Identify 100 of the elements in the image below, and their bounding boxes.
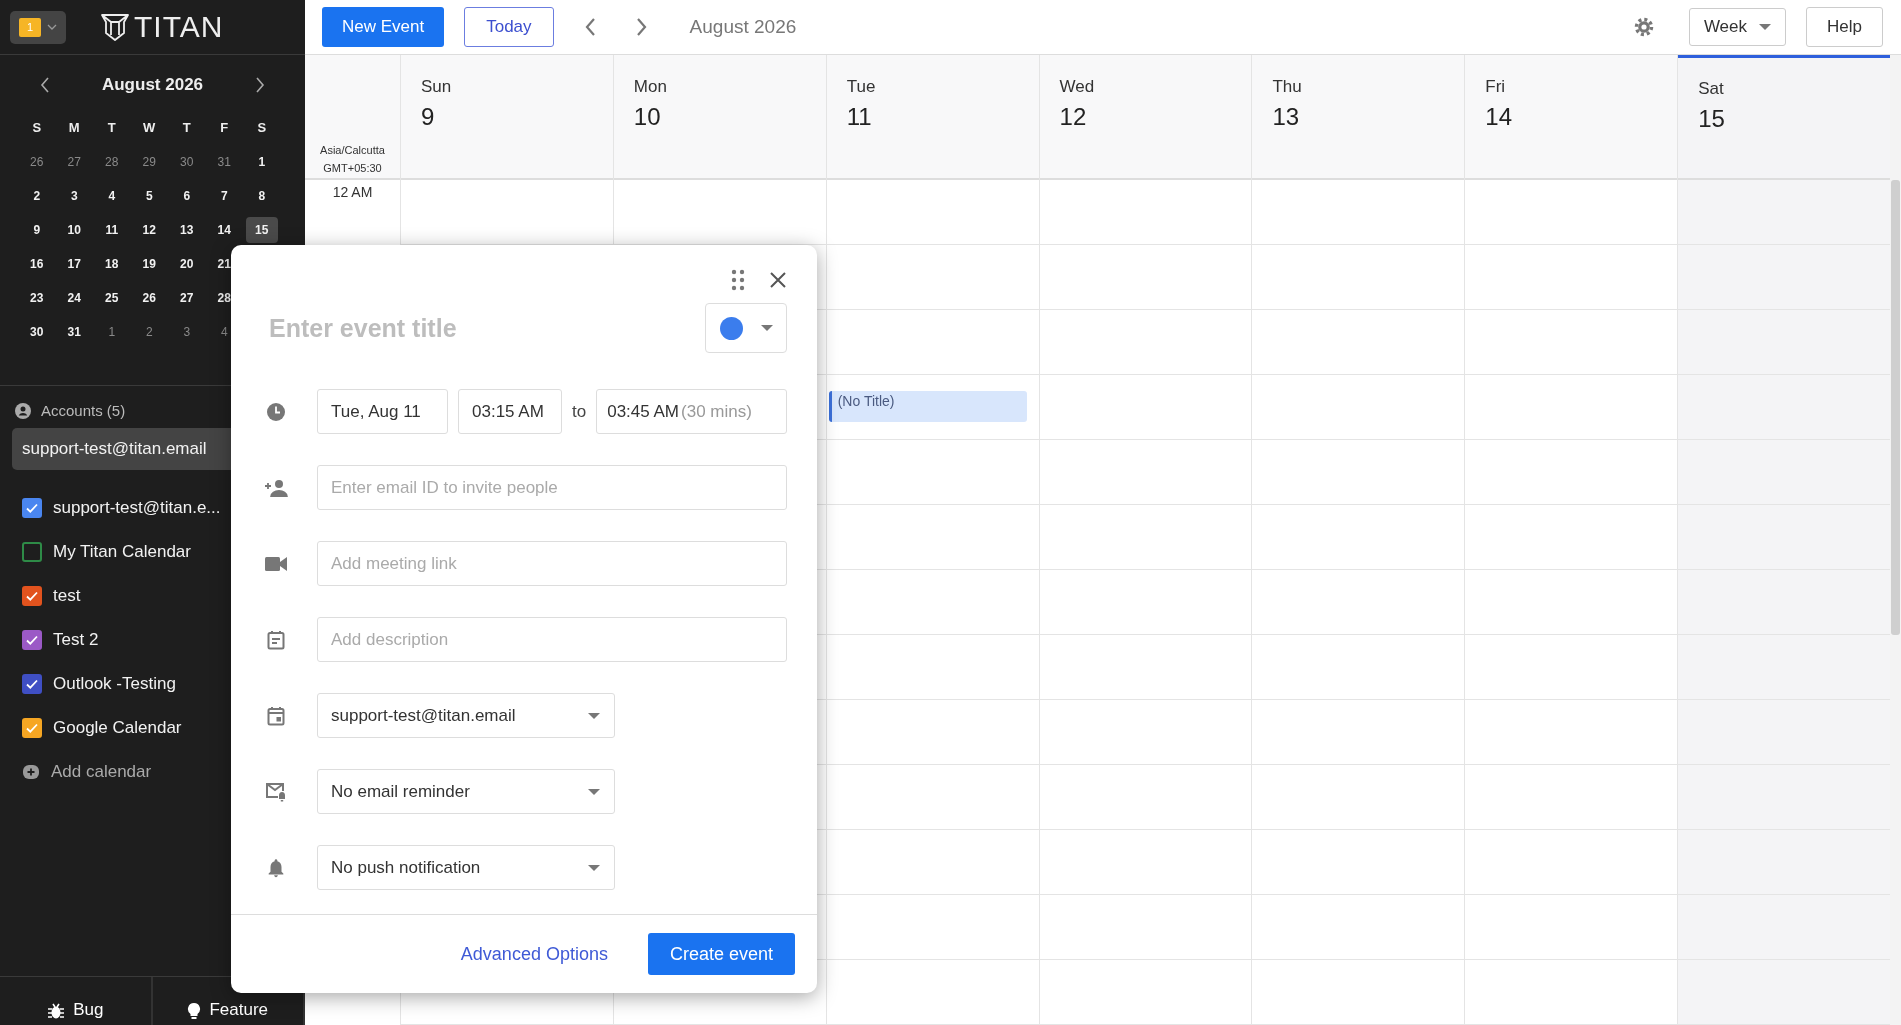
date-cell[interactable]: 1 [246,149,278,175]
date-cell[interactable]: 5 [133,183,165,209]
month-title: August 2026 [101,75,204,95]
calendar-name[interactable]: support-test@titan.e... [53,498,221,518]
date-cell[interactable]: 15 [246,217,278,243]
calendar-name[interactable]: test [53,586,81,606]
weekday-name: Tue [846,77,877,97]
period-title: August 2026 [689,16,797,38]
checkbox[interactable] [22,542,42,562]
close-icon[interactable] [769,271,787,289]
account-icon [15,402,31,419]
date-cell[interactable]: 2 [21,183,53,209]
caret-icon [588,788,600,795]
view-dropdown[interactable]: Week [1688,8,1787,46]
date-cell[interactable]: 9 [21,217,53,243]
mail-bell-icon [264,781,288,802]
date-cell[interactable]: 29 [133,149,165,175]
date-cell[interactable]: 3 [171,319,203,345]
meeting-link-field[interactable]: Add meeting link [317,541,787,586]
calendar-name[interactable]: Outlook -Testing [53,674,176,694]
date-cell[interactable]: 3 [58,183,90,209]
calendar-name[interactable]: My Titan Calendar [53,542,191,562]
date-cell[interactable]: 31 [58,319,90,345]
date-cell[interactable]: 10 [58,217,90,243]
create-event-button[interactable]: Create event [647,933,795,975]
weekday-name: Mon [633,77,668,97]
date-cell[interactable]: 28 [96,149,128,175]
chevron-right-icon[interactable] [635,17,648,37]
date-cell[interactable]: 27 [171,285,203,311]
date-cell[interactable]: 26 [21,149,53,175]
date-cell[interactable]: 7 [208,183,240,209]
chevron-right-icon[interactable] [255,77,265,93]
today-button[interactable]: Today [464,7,554,47]
date-cell[interactable]: 30 [171,149,203,175]
checkbox[interactable] [22,674,42,694]
date-cell[interactable]: 14 [208,217,240,243]
color-picker[interactable] [705,303,787,353]
new-event-button[interactable]: New Event [322,7,445,47]
caret-icon [588,712,600,719]
date-cell[interactable]: 16 [21,251,53,277]
date-field[interactable]: Tue, Aug 11 [317,389,448,434]
description-field[interactable]: Add description [317,617,787,662]
date-cell[interactable]: 25 [96,285,128,311]
advanced-options-link[interactable]: Advanced Options [460,943,608,965]
weekday-label: T [106,119,117,137]
weekday-label: M [67,119,81,137]
date-cell[interactable]: 23 [21,285,53,311]
date-cell[interactable]: 30 [21,319,53,345]
add-icon[interactable] [22,764,40,780]
checkbox[interactable] [22,586,42,606]
invite-field[interactable]: Enter email ID to invite people [317,465,787,510]
bug-icon [47,1002,66,1020]
date-cell[interactable]: 19 [133,251,165,277]
date-cell[interactable]: 13 [171,217,203,243]
date-cell[interactable]: 27 [58,149,90,175]
add-calendar-link[interactable]: Add calendar [51,762,152,782]
checkbox[interactable] [22,498,42,518]
chevron-left-icon[interactable] [40,77,50,93]
day-number: 10 [633,103,662,131]
date-cell[interactable]: 8 [246,183,278,209]
weekday-label: S [256,119,268,137]
date-cell[interactable]: 1 [96,319,128,345]
date-cell[interactable]: 18 [96,251,128,277]
start-time-field[interactable]: 03:15 AM [458,389,562,434]
weekday-name: Thu [1272,77,1303,97]
chevron-left-icon[interactable] [583,17,596,37]
calendar-icon [264,705,288,726]
checkbox[interactable] [22,630,42,650]
push-notification-dropdown[interactable]: No push notification [317,845,615,890]
day-number: 11 [846,103,873,131]
help-button[interactable]: Help [1806,7,1883,47]
checkbox[interactable] [22,718,42,738]
date-cell[interactable]: 20 [171,251,203,277]
video-camera-icon [264,555,288,572]
date-cell[interactable]: 2 [133,319,165,345]
scrollbar[interactable] [1891,180,1900,635]
day-number: 9 [421,103,436,131]
drag-handle-icon[interactable] [731,269,745,291]
to-label: to [572,401,587,422]
timezone-label: Asia/Calcutta [320,144,385,156]
date-cell[interactable]: 24 [58,285,90,311]
clock-icon [264,401,288,422]
lightbulb-icon [187,1002,202,1020]
settings-icon[interactable] [1632,16,1655,38]
date-cell[interactable]: 26 [133,285,165,311]
date-cell[interactable]: 4 [96,183,128,209]
end-time-field[interactable]: 03:45 AM(30 mins) [596,389,787,434]
caret-icon [1759,24,1772,30]
date-cell[interactable]: 17 [58,251,90,277]
date-cell[interactable]: 31 [208,149,240,175]
date-cell[interactable]: 11 [96,217,128,243]
date-cell[interactable]: 12 [133,217,165,243]
calendar-name[interactable]: Test 2 [53,630,99,650]
event-block[interactable]: (No Title) [828,391,1027,422]
date-cell[interactable]: 6 [171,183,203,209]
calendar-badge: 1 [19,17,41,37]
calendar-name[interactable]: Google Calendar [53,718,182,738]
email-reminder-dropdown[interactable]: No email reminder [317,769,615,814]
weekday-name: Fri [1485,77,1507,97]
calendar-dropdown[interactable]: support-test@titan.email [317,693,615,738]
